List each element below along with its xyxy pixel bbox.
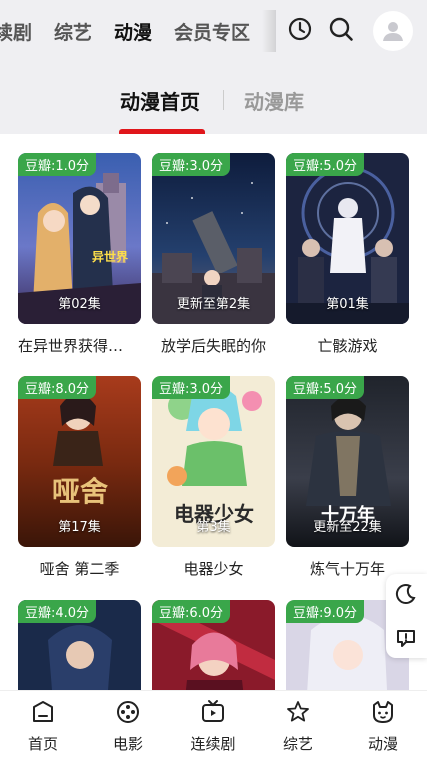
channel-tab-anime[interactable]: 动漫 bbox=[114, 18, 153, 45]
cat-face-icon bbox=[373, 701, 393, 723]
episode-label: 第02集 bbox=[58, 297, 101, 312]
douban-score-badge: 豆瓣:1.0分 bbox=[18, 153, 97, 176]
tab-divider bbox=[223, 90, 224, 110]
anime-title[interactable]: 电器少女 bbox=[152, 558, 275, 579]
nav-movie[interactable]: 电影 bbox=[93, 699, 163, 754]
star-icon bbox=[287, 701, 309, 722]
anime-title[interactable]: 在异世界获得… bbox=[18, 335, 141, 356]
tab-anime-home[interactable]: 动漫首页 bbox=[120, 86, 200, 115]
nav-variety[interactable]: 综艺 bbox=[263, 699, 333, 754]
user-avatar-icon[interactable] bbox=[373, 11, 413, 51]
poster-image[interactable]: 豆瓣:3.0分 更新至第2集 bbox=[152, 153, 275, 324]
nav-home[interactable]: 首页 bbox=[8, 699, 78, 754]
douban-score-badge: 豆瓣:5.0分 bbox=[286, 376, 365, 399]
top-bar: 续剧 综艺 动漫 会员专区 bbox=[0, 0, 427, 62]
poster-image[interactable]: 电器少女 豆瓣:3.0分 第3集 bbox=[152, 376, 275, 547]
nav-label: 电影 bbox=[112, 735, 143, 753]
anime-title[interactable]: 放学后失眠的你 bbox=[152, 335, 275, 356]
anime-title[interactable]: 哑舍 第二季 bbox=[18, 558, 141, 579]
nav-label: 首页 bbox=[27, 735, 58, 753]
film-reel-icon bbox=[117, 701, 139, 723]
douban-score-badge: 豆瓣:9.0分 bbox=[286, 600, 365, 623]
tab-anime-library[interactable]: 动漫库 bbox=[244, 86, 304, 115]
episode-label: 第3集 bbox=[196, 520, 231, 535]
douban-score-badge: 豆瓣:4.0分 bbox=[18, 600, 97, 623]
poster-image[interactable]: 哑舍 豆瓣:8.0分 第17集 bbox=[18, 376, 141, 547]
douban-score-badge: 豆瓣:8.0分 bbox=[18, 376, 97, 399]
poster-image[interactable]: 十万年 豆瓣:5.0分 更新至22集 bbox=[286, 376, 409, 547]
poster-image[interactable]: 豆瓣:5.0分 第01集 bbox=[286, 153, 409, 324]
channel-tabs: 续剧 综艺 动漫 会员专区 bbox=[0, 0, 272, 62]
search-icon[interactable] bbox=[328, 16, 354, 42]
channel-tab-vip[interactable]: 会员专区 bbox=[174, 18, 250, 45]
anime-grid: 异世界 豆瓣:1.0分 第02集 在异世界获得… 豆瓣:3.0分 更新至第2集 … bbox=[0, 134, 427, 690]
channel-scroll-fade bbox=[262, 10, 276, 52]
poster-image[interactable]: 异世界 豆瓣:1.0分 第02集 bbox=[18, 153, 141, 324]
nav-label: 动漫 bbox=[367, 735, 398, 753]
episode-label: 第01集 bbox=[326, 297, 369, 312]
channel-tab-series[interactable]: 续剧 bbox=[0, 18, 32, 45]
poster-image[interactable]: 豆瓣:6.0分 bbox=[152, 600, 275, 690]
douban-score-badge: 豆瓣:5.0分 bbox=[286, 153, 365, 176]
home-icon bbox=[33, 701, 53, 722]
nav-series[interactable]: 连续剧 bbox=[178, 699, 248, 754]
moon-icon[interactable] bbox=[395, 583, 417, 605]
tv-icon bbox=[202, 700, 224, 722]
episode-label: 更新至第2集 bbox=[176, 297, 251, 312]
floating-tools bbox=[386, 574, 427, 658]
anime-title[interactable]: 亡骸游戏 bbox=[286, 335, 409, 356]
nav-anime[interactable]: 动漫 bbox=[348, 699, 418, 754]
douban-score-badge: 豆瓣:3.0分 bbox=[152, 153, 231, 176]
poster-logo-text: 哑舍 bbox=[52, 475, 108, 508]
feedback-icon[interactable] bbox=[395, 627, 417, 649]
nav-label: 连续剧 bbox=[190, 735, 236, 753]
episode-label: 更新至22集 bbox=[313, 520, 382, 535]
episode-label: 第17集 bbox=[58, 520, 101, 535]
douban-score-badge: 豆瓣:6.0分 bbox=[152, 600, 231, 623]
bottom-nav: 首页 电影 连续剧 综艺 动漫 bbox=[0, 690, 427, 761]
sub-tabs: 动漫首页 动漫库 bbox=[0, 62, 427, 134]
poster-logo-text: 异世界 bbox=[92, 249, 128, 264]
douban-score-badge: 豆瓣:3.0分 bbox=[152, 376, 231, 399]
channel-tab-variety[interactable]: 综艺 bbox=[54, 18, 92, 45]
poster-image[interactable]: 豆瓣:4.0分 bbox=[18, 600, 141, 690]
clock-icon[interactable] bbox=[287, 16, 313, 42]
nav-label: 综艺 bbox=[282, 735, 313, 753]
